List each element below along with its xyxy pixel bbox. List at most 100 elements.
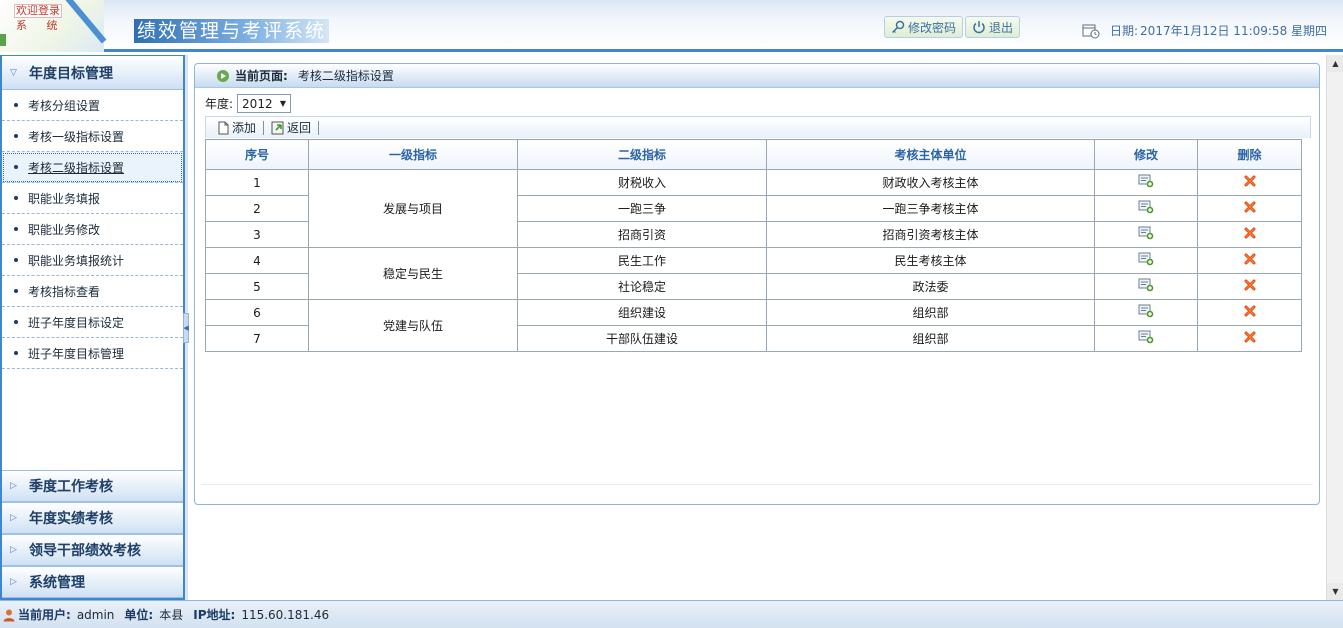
- scroll-up-icon[interactable]: ▲: [1327, 55, 1343, 72]
- delete-icon[interactable]: [1244, 253, 1256, 268]
- edit-icon[interactable]: [1138, 200, 1154, 217]
- sidebar-item-label: 考核二级指标设置: [28, 160, 125, 175]
- current-page-name: 考核二级指标设置: [297, 69, 394, 83]
- sidebar-item[interactable]: 考核一级指标设置: [2, 121, 183, 152]
- sidebar-section-quarterly[interactable]: ▷ 季度工作考核: [2, 470, 183, 502]
- current-page-label: 当前页面:: [235, 69, 288, 83]
- sidebar-item-active[interactable]: 考核二级指标设置: [2, 152, 183, 183]
- assessment-unit: 组织部: [766, 299, 1095, 326]
- level1-indicator: 党建与队伍: [308, 299, 518, 352]
- sidebar-item-label: 班子年度目标设定: [28, 315, 125, 330]
- edit-icon[interactable]: [1138, 278, 1154, 295]
- key-icon: [891, 20, 905, 34]
- change-password-button[interactable]: 修改密码: [884, 16, 964, 38]
- level2-indicator: 民生工作: [517, 247, 767, 274]
- sidebar-item[interactable]: 班子年度目标管理: [2, 338, 183, 369]
- sidebar-item-label: 职能业务填报统计: [28, 253, 125, 268]
- sidebar-item[interactable]: 班子年度目标设定: [2, 307, 183, 338]
- sidebar-section-annual-goal[interactable]: ▽ 年度目标管理: [2, 56, 183, 90]
- edit-icon[interactable]: [1138, 174, 1154, 191]
- table-row: 1 发展与项目 财税收入 财政收入考核主体: [205, 169, 1302, 248]
- bullet-icon: [14, 227, 18, 231]
- content-panel: 当前页面: 考核二级指标设置 年度: 2012 ▼ 添加 返回 序号 一级指标 …: [194, 63, 1320, 505]
- vertical-scrollbar[interactable]: ▲ ▼: [1326, 55, 1343, 600]
- sidebar-section-label: 领导干部绩效考核: [29, 543, 141, 559]
- delete-cell: [1197, 273, 1302, 300]
- system-title: 绩效管理与考评系统: [134, 19, 330, 43]
- edit-cell: [1094, 247, 1198, 274]
- collapse-sidebar-toggle[interactable]: ◀: [183, 313, 189, 343]
- date-value: 2017年1月12日 11:09:58 星期四: [1140, 24, 1328, 38]
- date-display: 日期: 2017年1月12日 11:09:58 星期四: [1082, 22, 1327, 39]
- delete-icon[interactable]: [1244, 331, 1256, 346]
- back-button[interactable]: 返回: [267, 119, 315, 136]
- edit-icon[interactable]: [1138, 226, 1154, 243]
- bullet-icon: [14, 351, 18, 355]
- ip-label: IP地址:: [193, 608, 236, 622]
- delete-icon[interactable]: [1244, 201, 1256, 216]
- row-number: 2: [205, 195, 309, 222]
- bullet-icon: [14, 320, 18, 324]
- triangle-right-icon: ▷: [10, 481, 17, 491]
- scroll-down-icon[interactable]: ▼: [1327, 583, 1343, 600]
- row-number: 3: [205, 221, 309, 248]
- sidebar-item[interactable]: 职能业务修改: [2, 214, 183, 245]
- edit-cell: [1094, 299, 1198, 326]
- sidebar-section-label: 年度实绩考核: [29, 511, 113, 527]
- sidebar-item[interactable]: 职能业务填报: [2, 183, 183, 214]
- edit-icon[interactable]: [1138, 330, 1154, 347]
- logo-slash: [62, 0, 107, 44]
- delete-icon[interactable]: [1244, 279, 1256, 294]
- sidebar-section-label: 季度工作考核: [29, 479, 113, 495]
- column-header: 序号: [205, 139, 309, 170]
- delete-cell: [1197, 325, 1302, 352]
- add-button[interactable]: 添加: [212, 119, 260, 136]
- sidebar-item[interactable]: 考核指标查看: [2, 276, 183, 307]
- sidebar-item-label: 考核一级指标设置: [28, 129, 125, 144]
- back-arrow-icon: [271, 121, 284, 134]
- row-number: 5: [205, 273, 309, 300]
- assessment-unit: 组织部: [766, 325, 1095, 352]
- back-label: 返回: [287, 121, 312, 135]
- sidebar-section-leader-performance[interactable]: ▷ 领导干部绩效考核: [2, 534, 183, 566]
- delete-icon[interactable]: [1244, 175, 1256, 190]
- table-row: 4 稳定与民生 民生工作 民生考核主体: [205, 247, 1302, 300]
- top-header: 欢迎登录 系 统 绩效管理与考评系统 修改密码 退出 日期: 2017年1月12…: [0, 0, 1343, 52]
- sidebar: ▽ 年度目标管理 考核分组设置 考核一级指标设置 考核二级指标设置 职能业务填报…: [0, 55, 185, 600]
- level2-indicator: 财税收入: [517, 169, 767, 196]
- change-password-label: 修改密码: [908, 20, 957, 35]
- delete-cell: [1197, 169, 1302, 196]
- logo-line1: 欢迎登录: [14, 4, 62, 18]
- edit-cell: [1094, 169, 1198, 196]
- sidebar-section-annual-performance[interactable]: ▷ 年度实绩考核: [2, 502, 183, 534]
- edit-icon[interactable]: [1138, 252, 1154, 269]
- delete-cell: [1197, 195, 1302, 222]
- assessment-unit: 民生考核主体: [766, 247, 1095, 274]
- bullet-icon: [14, 258, 18, 262]
- current-page-bar: 当前页面: 考核二级指标设置: [195, 64, 1319, 88]
- delete-icon[interactable]: [1244, 227, 1256, 242]
- toolbar-separator: [318, 120, 320, 135]
- level1-indicator: 发展与项目: [308, 169, 518, 248]
- toolbar-separator: [263, 120, 265, 135]
- triangle-right-icon: ▷: [10, 545, 17, 555]
- logo-line2: 系 统: [16, 19, 66, 32]
- add-label: 添加: [232, 121, 257, 135]
- logout-button[interactable]: 退出: [965, 16, 1021, 38]
- delete-icon[interactable]: [1244, 305, 1256, 320]
- sidebar-item-label: 班子年度目标管理: [28, 346, 125, 361]
- level1-indicator: 稳定与民生: [308, 247, 518, 300]
- level2-indicator: 组织建设: [517, 299, 767, 326]
- sidebar-item[interactable]: 考核分组设置: [2, 90, 183, 121]
- bullet-icon: [14, 196, 18, 200]
- edit-cell: [1094, 221, 1198, 248]
- edit-cell: [1094, 195, 1198, 222]
- logo: 欢迎登录 系 统: [0, 0, 107, 52]
- sidebar-section-system[interactable]: ▷ 系统管理: [2, 566, 183, 598]
- column-header: 删除: [1197, 139, 1302, 170]
- user-value: admin: [76, 607, 115, 622]
- new-document-icon: [218, 121, 229, 134]
- year-select[interactable]: 2012 ▼: [237, 94, 292, 113]
- edit-icon[interactable]: [1138, 304, 1154, 321]
- sidebar-item[interactable]: 职能业务填报统计: [2, 245, 183, 276]
